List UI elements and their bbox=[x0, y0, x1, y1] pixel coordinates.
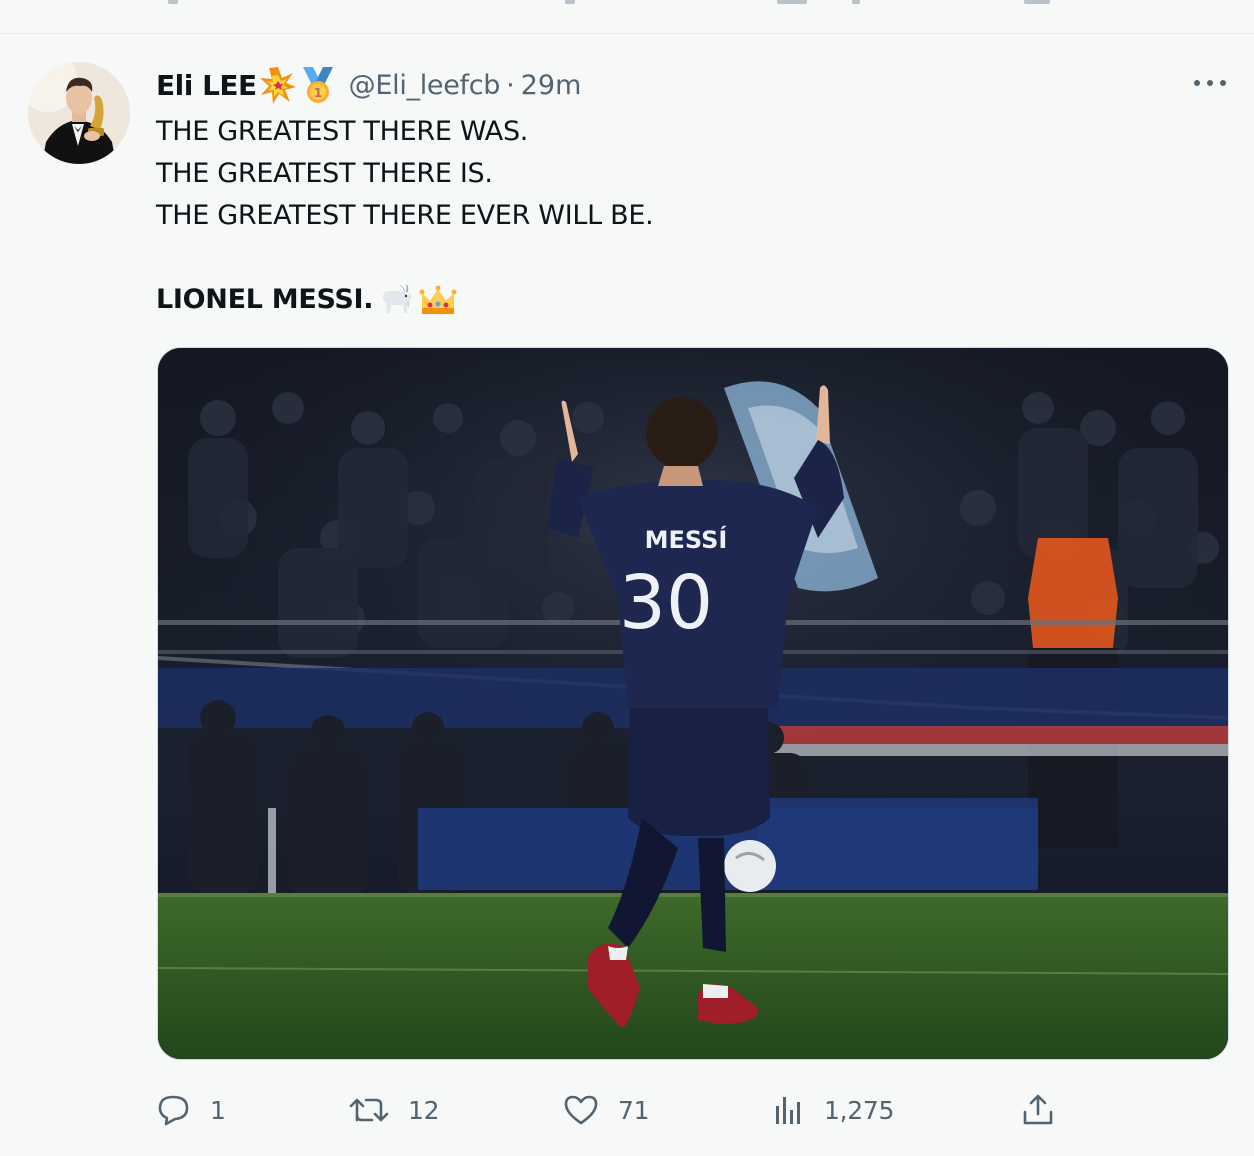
tweet-bold-text: LIONEL MESSI. bbox=[156, 284, 374, 315]
heart-icon bbox=[562, 1092, 600, 1128]
tweet-bold-line: LIONEL MESSI. bbox=[156, 279, 653, 321]
tweet-card[interactable]: Eli LEE 1 @Eli_leefcb · 29m THE GREATEST… bbox=[0, 35, 1254, 1156]
reply-count: 1 bbox=[210, 1095, 226, 1125]
retweet-count: 12 bbox=[408, 1095, 440, 1125]
tweet-timestamp[interactable]: 29m bbox=[521, 70, 582, 101]
tweet-text: THE GREATEST THERE WAS. THE GREATEST THE… bbox=[156, 111, 654, 321]
tweet-actions: 1 12 71 1,275 bbox=[156, 1087, 1076, 1133]
retweet-button[interactable]: 12 bbox=[348, 1087, 440, 1133]
share-button[interactable] bbox=[1020, 1087, 1056, 1133]
more-dot-icon bbox=[1194, 80, 1200, 86]
svg-text:1: 1 bbox=[313, 86, 321, 100]
share-icon bbox=[1020, 1092, 1056, 1128]
first-place-medal-emoji-icon: 1 bbox=[299, 65, 337, 105]
previous-tweet-strip bbox=[0, 0, 1254, 34]
retweet-icon bbox=[348, 1092, 390, 1128]
reply-button[interactable]: 1 bbox=[156, 1087, 226, 1133]
avatar[interactable] bbox=[28, 62, 130, 164]
views-button[interactable]: 1,275 bbox=[772, 1087, 894, 1133]
more-dot-icon bbox=[1220, 80, 1226, 86]
tweet-text-line: THE GREATEST THERE IS. bbox=[156, 158, 493, 189]
author-display-name[interactable]: Eli LEE bbox=[156, 69, 257, 102]
crown-emoji-icon bbox=[419, 281, 457, 319]
jersey-name-text: MESSÍ bbox=[645, 525, 728, 554]
tweet-photo[interactable]: MESSÍ 30 bbox=[157, 347, 1229, 1060]
like-button[interactable]: 71 bbox=[562, 1087, 650, 1133]
author-handle[interactable]: @Eli_leefcb bbox=[349, 70, 501, 101]
tweet-header: Eli LEE 1 @Eli_leefcb · 29m bbox=[156, 63, 581, 107]
tweet-text-line: THE GREATEST THERE EVER WILL BE. bbox=[156, 200, 654, 231]
more-dot-icon bbox=[1207, 80, 1213, 86]
collision-emoji-icon bbox=[259, 65, 297, 105]
more-options-button[interactable] bbox=[1190, 71, 1230, 95]
header-separator: · bbox=[506, 69, 515, 101]
goat-emoji-icon bbox=[377, 281, 415, 319]
reply-icon bbox=[156, 1092, 192, 1128]
jersey-number-text: 30 bbox=[619, 560, 713, 646]
tweet-text-line: THE GREATEST THERE WAS. bbox=[156, 116, 529, 147]
views-count: 1,275 bbox=[824, 1095, 895, 1125]
views-chart-icon bbox=[772, 1092, 806, 1128]
like-count: 71 bbox=[618, 1095, 650, 1125]
